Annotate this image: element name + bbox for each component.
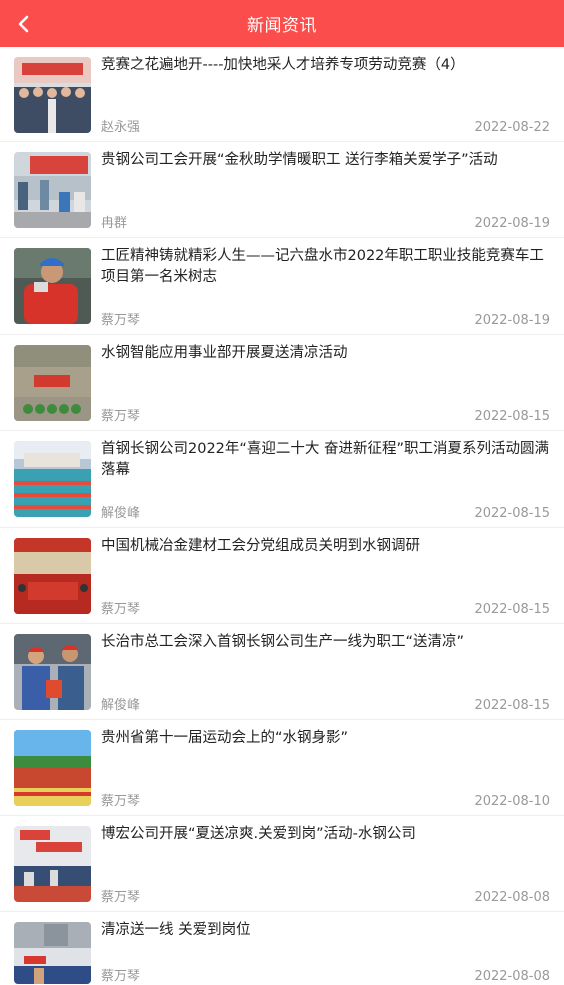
news-author: 蔡万琴 (101, 602, 141, 617)
app-header: 新闻资讯 (0, 0, 564, 47)
news-item[interactable]: 博宏公司开展“夏送凉爽.关爱到岗”活动-水钢公司 蔡万琴 2022-08-08 (0, 816, 564, 912)
news-title: 贵州省第十一届运动会上的“水钢身影” (101, 730, 349, 746)
news-title: 清凉送一线 关爱到岗位 (101, 922, 251, 938)
news-date: 2022-08-15 (474, 409, 550, 424)
news-date: 2022-08-19 (474, 313, 550, 328)
news-date: 2022-08-10 (474, 794, 550, 809)
news-author: 蔡万琴 (101, 794, 141, 809)
news-title: 水钢智能应用事业部开展夏送清凉活动 (101, 345, 348, 361)
news-author: 蔡万琴 (101, 969, 141, 984)
news-date: 2022-08-08 (474, 890, 550, 905)
news-date: 2022-08-15 (474, 602, 550, 617)
news-thumbnail (14, 922, 91, 984)
news-thumbnail (14, 730, 91, 806)
news-item[interactable]: 竞赛之花遍地开----加快地采人才培养专项劳动竞赛（4） 赵永强 2022-08… (0, 47, 564, 142)
news-item[interactable]: 贵州省第十一届运动会上的“水钢身影” 蔡万琴 2022-08-10 (0, 720, 564, 816)
back-button[interactable] (12, 0, 36, 47)
news-author: 解俊峰 (101, 506, 141, 521)
news-thumbnail (14, 345, 91, 421)
news-thumbnail (14, 538, 91, 614)
news-item[interactable]: 长治市总工会深入首钢长钢公司生产一线为职工“送清凉” 解俊峰 2022-08-1… (0, 624, 564, 720)
news-author: 蔡万琴 (101, 890, 141, 905)
news-author: 解俊峰 (101, 698, 141, 713)
page-title: 新闻资讯 (247, 16, 317, 36)
news-date: 2022-08-22 (474, 120, 550, 135)
news-thumbnail (14, 826, 91, 902)
news-title: 贵钢公司工会开展“金秋助学情暖职工 送行李箱关爱学子”活动 (101, 152, 498, 168)
news-thumbnail (14, 634, 91, 710)
news-item[interactable]: 中国机械冶金建材工会分党组成员关明到水钢调研 蔡万琴 2022-08-15 (0, 528, 564, 624)
news-title: 中国机械冶金建材工会分党组成员关明到水钢调研 (101, 538, 420, 554)
news-item[interactable]: 清凉送一线 关爱到岗位 蔡万琴 2022-08-08 (0, 912, 564, 985)
news-thumbnail (14, 441, 91, 517)
news-author: 蔡万琴 (101, 409, 141, 424)
news-title: 博宏公司开展“夏送凉爽.关爱到岗”活动-水钢公司 (101, 826, 416, 842)
news-item[interactable]: 工匠精神铸就精彩人生——记六盘水市2022年职工职业技能竞赛车工项目第一名米树志… (0, 238, 564, 335)
news-thumbnail (14, 248, 91, 324)
news-item[interactable]: 水钢智能应用事业部开展夏送清凉活动 蔡万琴 2022-08-15 (0, 335, 564, 431)
news-author: 蔡万琴 (101, 313, 141, 328)
news-list: 竞赛之花遍地开----加快地采人才培养专项劳动竞赛（4） 赵永强 2022-08… (0, 47, 564, 985)
news-item[interactable]: 贵钢公司工会开展“金秋助学情暖职工 送行李箱关爱学子”活动 冉群 2022-08… (0, 142, 564, 238)
news-thumbnail (14, 57, 91, 133)
news-title: 首钢长钢公司2022年“喜迎二十大 奋进新征程”职工消夏系列活动圆满落幕 (101, 441, 550, 478)
news-date: 2022-08-19 (474, 216, 550, 231)
news-title: 长治市总工会深入首钢长钢公司生产一线为职工“送清凉” (101, 634, 465, 650)
news-thumbnail (14, 152, 91, 228)
news-title: 竞赛之花遍地开----加快地采人才培养专项劳动竞赛（4） (101, 57, 465, 73)
news-author: 冉群 (101, 216, 128, 231)
news-author: 赵永强 (101, 120, 141, 135)
news-title: 工匠精神铸就精彩人生——记六盘水市2022年职工职业技能竞赛车工项目第一名米树志 (101, 248, 544, 285)
news-item[interactable]: 首钢长钢公司2022年“喜迎二十大 奋进新征程”职工消夏系列活动圆满落幕 解俊峰… (0, 431, 564, 528)
news-date: 2022-08-08 (474, 969, 550, 984)
chevron-left-icon (18, 15, 29, 32)
news-date: 2022-08-15 (474, 506, 550, 521)
news-date: 2022-08-15 (474, 698, 550, 713)
